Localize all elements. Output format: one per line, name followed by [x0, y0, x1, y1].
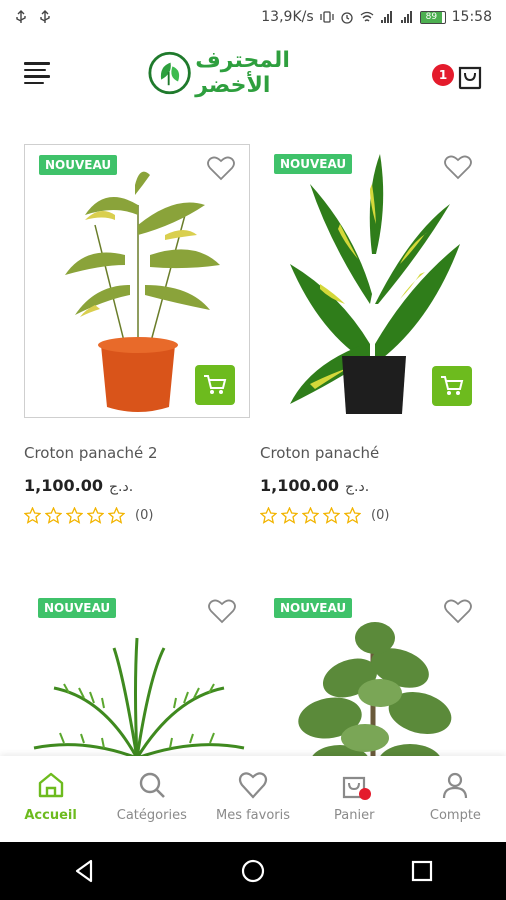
nav-favoris[interactable]: Mes favoris — [202, 756, 303, 842]
star-icon — [66, 507, 83, 524]
user-icon — [443, 772, 468, 799]
shopping-bag-icon — [458, 66, 482, 90]
favorite-heart-icon[interactable] — [208, 598, 236, 624]
nav-label: Catégories — [116, 808, 187, 823]
favorite-heart-icon[interactable] — [207, 155, 235, 181]
recent-apps-icon[interactable] — [409, 858, 435, 884]
nav-label: Accueil — [24, 808, 77, 823]
clock: 15:58 — [451, 9, 492, 25]
cart-icon — [441, 376, 464, 395]
usb-icon — [40, 10, 50, 23]
star-icon — [323, 507, 340, 524]
product-price-row: 1,100.00 د.ج. — [260, 476, 486, 495]
system-navigation-bar — [0, 842, 506, 900]
usb-icon — [16, 10, 26, 23]
star-icon — [302, 507, 319, 524]
signal-icon — [400, 11, 412, 23]
status-bar: 13,9K/s 89 15:58 — [0, 0, 506, 34]
menu-button[interactable] — [24, 62, 52, 84]
new-badge: NOUVEAU — [274, 154, 353, 174]
nav-panier[interactable]: Panier — [304, 756, 405, 842]
favorite-heart-icon[interactable] — [444, 598, 472, 624]
nav-label: Mes favoris — [215, 808, 291, 823]
cart-button[interactable]: 1 — [432, 60, 486, 92]
new-badge: NOUVEAU — [38, 598, 117, 618]
star-icon — [87, 507, 104, 524]
product-price: 1,100.00 — [24, 476, 103, 495]
cart-count-badge: 1 — [432, 64, 454, 86]
menu-line — [24, 68, 46, 71]
cart-notification-dot — [359, 788, 372, 800]
add-to-cart-button[interactable] — [432, 366, 472, 406]
nav-categories[interactable]: Catégories — [101, 756, 202, 842]
review-count: (0) — [371, 508, 390, 523]
menu-line — [24, 62, 50, 65]
star-icon — [260, 507, 277, 524]
heart-icon — [238, 772, 268, 799]
favorite-heart-icon[interactable] — [444, 154, 472, 180]
product-name[interactable]: Croton panaché — [260, 444, 486, 462]
status-left — [14, 10, 52, 24]
star-icon — [24, 507, 41, 524]
review-count: (0) — [135, 508, 154, 523]
product-card[interactable]: NOUVEAU Croton panaché 1,100.00 د.ج. (0) — [260, 144, 486, 524]
app-logo[interactable]: المحترف الأخضر — [148, 48, 362, 98]
back-icon[interactable] — [71, 858, 97, 884]
battery-icon: 89 — [419, 10, 446, 24]
status-right: 13,9K/s 89 15:58 — [261, 9, 492, 25]
home-circle-icon[interactable] — [240, 858, 266, 884]
star-icon — [344, 507, 361, 524]
add-to-cart-button[interactable] — [195, 365, 235, 405]
nav-compte[interactable]: Compte — [405, 756, 506, 842]
signal-icon — [380, 11, 392, 23]
product-card[interactable]: NOUVEAU Croton panaché 2 1,100.00 د.ج. (… — [24, 144, 250, 524]
product-image[interactable]: NOUVEAU — [24, 144, 250, 418]
star-icon — [108, 507, 125, 524]
menu-line — [24, 81, 44, 84]
home-icon — [38, 772, 63, 798]
product-name[interactable]: Croton panaché 2 — [24, 444, 250, 462]
nav-accueil[interactable]: Accueil — [0, 756, 101, 842]
leaf-logo-icon — [148, 51, 191, 95]
product-price-row: 1,100.00 د.ج. — [24, 476, 250, 495]
new-badge: NOUVEAU — [274, 598, 353, 618]
product-currency: د.ج. — [344, 479, 370, 495]
menu-line — [24, 75, 50, 78]
battery-level: 89 — [420, 11, 442, 23]
product-rating: (0) — [24, 507, 250, 524]
star-icon — [45, 507, 62, 524]
wifi-icon — [360, 11, 374, 22]
star-icon — [281, 507, 298, 524]
alarm-icon — [340, 12, 353, 24]
nav-label: Panier — [334, 808, 375, 823]
nav-label: Compte — [429, 808, 481, 823]
product-image[interactable]: NOUVEAU — [260, 144, 486, 418]
product-currency: د.ج. — [108, 479, 134, 495]
product-price: 1,100.00 — [260, 476, 339, 495]
vibrate-icon — [319, 11, 334, 23]
logo-text: المحترف الأخضر — [195, 48, 290, 98]
new-badge: NOUVEAU — [39, 155, 118, 175]
search-icon — [139, 772, 165, 798]
cart-icon — [204, 375, 227, 394]
network-speed: 13,9K/s — [261, 9, 314, 25]
product-rating: (0) — [260, 507, 486, 524]
app-header: المحترف الأخضر 1 — [0, 34, 506, 116]
bottom-navigation: Accueil Catégories Mes favoris Panier Co… — [0, 756, 506, 842]
